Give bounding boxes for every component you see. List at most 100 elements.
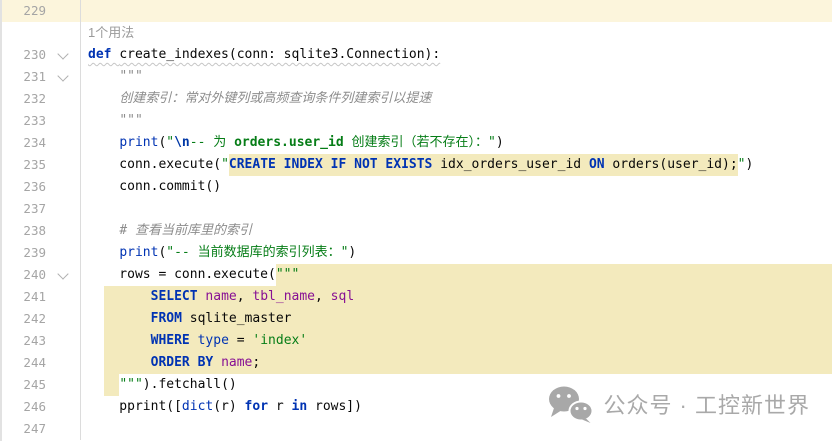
code-line[interactable]: 230 def create_indexes(conn: sqlite3.Conn… bbox=[2, 44, 832, 66]
gutter: 233 bbox=[2, 110, 81, 132]
fold-column bbox=[46, 88, 80, 110]
line-number: 230 bbox=[2, 44, 46, 66]
code-text[interactable]: conn.commit() bbox=[81, 176, 832, 198]
watermark-text: 公众号 · 工控新世界 bbox=[603, 388, 810, 420]
warning-squiggle: def create_indexes(conn: sqlite3.Connect… bbox=[88, 44, 440, 66]
code-line[interactable]: 235 conn.execute("CREATE INDEX IF NOT EX… bbox=[2, 154, 832, 176]
gutter: 230 bbox=[2, 44, 81, 66]
line-number: 244 bbox=[2, 352, 46, 374]
injected-sql-highlight bbox=[292, 308, 832, 330]
code-line[interactable]: 236 conn.commit() bbox=[2, 176, 832, 198]
line-number bbox=[2, 22, 46, 44]
gutter: 237 bbox=[2, 198, 81, 220]
gutter: 240 bbox=[2, 264, 81, 286]
code-line[interactable]: 240 rows = conn.execute(""" bbox=[2, 264, 832, 286]
fold-column bbox=[46, 352, 80, 374]
fold-column bbox=[46, 0, 80, 22]
gutter: 246 bbox=[2, 396, 81, 418]
line-number: 237 bbox=[2, 198, 46, 220]
gutter bbox=[2, 22, 81, 44]
gutter: 231 bbox=[2, 66, 81, 88]
gutter: 234 bbox=[2, 132, 81, 154]
code-text[interactable]: FROM sqlite_master bbox=[81, 308, 832, 330]
fold-column bbox=[46, 22, 80, 44]
code-text[interactable]: rows = conn.execute(""" bbox=[81, 264, 832, 286]
injected-sql-highlight bbox=[354, 286, 832, 308]
line-number: 229 bbox=[2, 0, 46, 22]
code-line[interactable]: 238 # 查看当前库里的索引 bbox=[2, 220, 832, 242]
fold-column bbox=[46, 418, 80, 440]
code-line[interactable]: 242 FROM sqlite_master bbox=[2, 308, 832, 330]
line-number: 231 bbox=[2, 66, 46, 88]
code-line[interactable]: 233 """ bbox=[2, 110, 832, 132]
gutter: 245 bbox=[2, 374, 81, 396]
gutter: 236 bbox=[2, 176, 81, 198]
gutter: 239 bbox=[2, 242, 81, 264]
code-line[interactable]: 241 SELECT name, tbl_name, sql bbox=[2, 286, 832, 308]
fold-column bbox=[46, 264, 80, 286]
gutter: 243 bbox=[2, 330, 81, 352]
gutter: 229 bbox=[2, 0, 81, 22]
fold-column bbox=[46, 176, 80, 198]
code-line[interactable]: 231 """ bbox=[2, 66, 832, 88]
line-number: 232 bbox=[2, 88, 46, 110]
code-text[interactable]: 创建索引：常对外键列或高频查询条件列建索引以提速 bbox=[81, 88, 832, 110]
wechat-icon bbox=[547, 385, 593, 423]
code-editor[interactable]: 229 1个用法 230 def create_indexes(conn: sqlit… bbox=[2, 0, 832, 440]
code-text[interactable]: def create_indexes(conn: sqlite3.Connect… bbox=[81, 44, 832, 66]
fold-column bbox=[46, 286, 80, 308]
fold-column bbox=[46, 374, 80, 396]
code-text[interactable]: SELECT name, tbl_name, sql bbox=[81, 286, 832, 308]
line-number: 238 bbox=[2, 220, 46, 242]
code-text[interactable]: print("-- 当前数据库的索引列表：") bbox=[81, 242, 832, 264]
line-number: 243 bbox=[2, 330, 46, 352]
code-line[interactable]: 232 创建索引：常对外键列或高频查询条件列建索引以提速 bbox=[2, 88, 832, 110]
fold-chevron-icon[interactable] bbox=[57, 48, 68, 59]
code-text[interactable]: conn.execute("CREATE INDEX IF NOT EXISTS… bbox=[81, 154, 832, 176]
fold-chevron-icon[interactable] bbox=[57, 70, 68, 81]
gutter: 235 bbox=[2, 154, 81, 176]
code-text[interactable]: WHERE type = 'index' bbox=[81, 330, 832, 352]
fold-column bbox=[46, 110, 80, 132]
watermark: 公众号 · 工控新世界 bbox=[547, 385, 810, 423]
line-number: 235 bbox=[2, 154, 46, 176]
code-text[interactable]: 1个用法 bbox=[81, 22, 832, 44]
gutter: 247 bbox=[2, 418, 81, 440]
line-number: 240 bbox=[2, 264, 46, 286]
line-number: 236 bbox=[2, 176, 46, 198]
fold-column bbox=[46, 242, 80, 264]
fold-column bbox=[46, 154, 80, 176]
gutter: 244 bbox=[2, 352, 81, 374]
code-line[interactable]: 234 print("\n-- 为 orders.user_id 创建索引（若不… bbox=[2, 132, 832, 154]
code-text[interactable]: ORDER BY name; bbox=[81, 352, 832, 374]
gutter: 241 bbox=[2, 286, 81, 308]
line-number: 245 bbox=[2, 374, 46, 396]
fold-column bbox=[46, 330, 80, 352]
code-line[interactable]: 244 ORDER BY name; bbox=[2, 352, 832, 374]
fold-column bbox=[46, 66, 80, 88]
code-text[interactable] bbox=[81, 198, 832, 220]
fold-column bbox=[46, 220, 80, 242]
code-line[interactable]: 229 bbox=[2, 0, 832, 22]
code-text[interactable]: # 查看当前库里的索引 bbox=[81, 220, 832, 242]
line-number: 239 bbox=[2, 242, 46, 264]
injected-sql-highlight bbox=[260, 352, 832, 374]
code-text[interactable]: """ bbox=[81, 110, 832, 132]
code-line[interactable]: 237 bbox=[2, 198, 832, 220]
fold-chevron-icon[interactable] bbox=[57, 268, 68, 279]
fold-column bbox=[46, 308, 80, 330]
inlay-row[interactable]: 1个用法 bbox=[2, 22, 832, 44]
line-number: 246 bbox=[2, 396, 46, 418]
usages-inlay-hint[interactable]: 1个用法 bbox=[88, 22, 134, 44]
code-text[interactable]: print("\n-- 为 orders.user_id 创建索引（若不存在）：… bbox=[81, 132, 832, 154]
injected-sql-highlight bbox=[307, 330, 832, 352]
code-line[interactable]: 239 print("-- 当前数据库的索引列表：") bbox=[2, 242, 832, 264]
fold-column bbox=[46, 44, 80, 66]
code-text[interactable] bbox=[81, 0, 832, 22]
fold-column bbox=[46, 198, 80, 220]
code-line[interactable]: 243 WHERE type = 'index' bbox=[2, 330, 832, 352]
code-text[interactable]: """ bbox=[81, 66, 832, 88]
gutter: 238 bbox=[2, 220, 81, 242]
gutter: 242 bbox=[2, 308, 81, 330]
line-number: 241 bbox=[2, 286, 46, 308]
